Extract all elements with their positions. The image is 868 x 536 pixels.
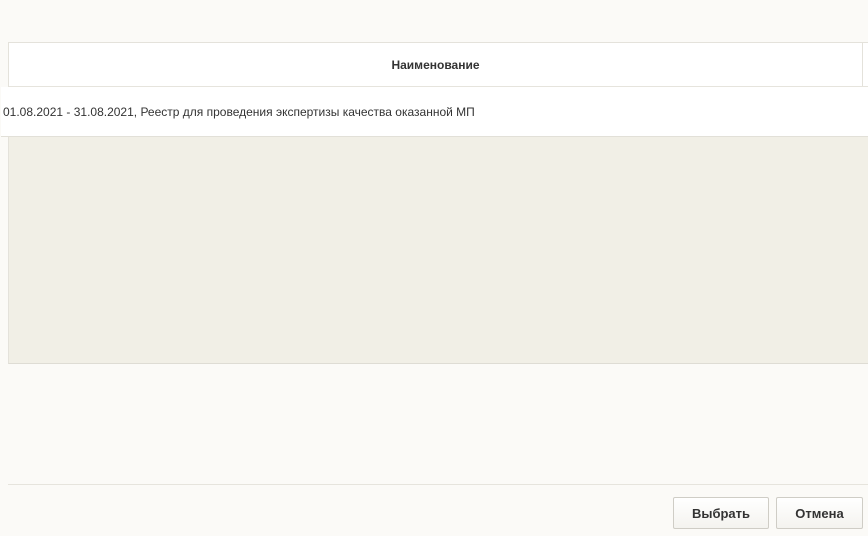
registry-grid: Наименование 01.08.2021 - 31.08.2021, Ре…	[1, 42, 868, 364]
table-cell-name: 01.08.2021 - 31.08.2021, Реестр для пров…	[3, 104, 475, 119]
dialog-body: Наименование 01.08.2021 - 31.08.2021, Ре…	[0, 0, 868, 536]
cancel-button[interactable]: Отмена	[776, 497, 863, 529]
column-header-name[interactable]: Наименование	[9, 43, 863, 86]
select-button[interactable]: Выбрать	[673, 497, 769, 529]
footer-divider	[8, 484, 868, 485]
grid-header: Наименование	[9, 43, 868, 87]
table-row[interactable]: 01.08.2021 - 31.08.2021, Реестр для пров…	[1, 87, 868, 137]
